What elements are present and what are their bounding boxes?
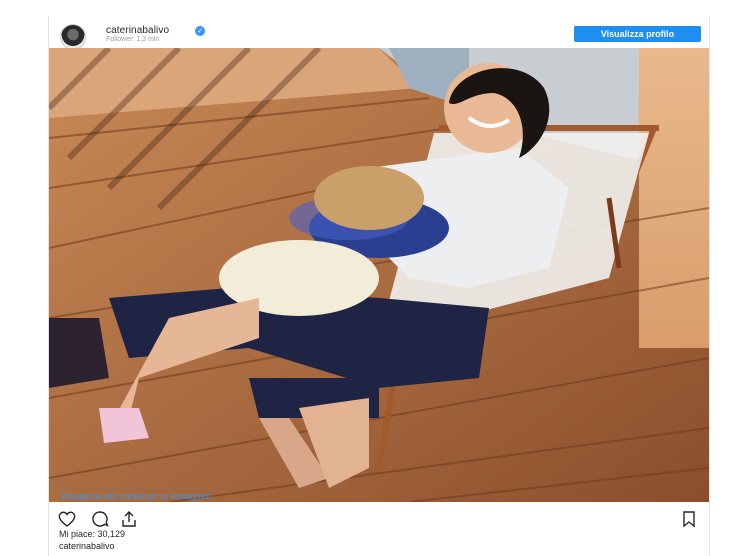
caption-username[interactable]: caterinabalivo [59, 541, 115, 551]
follower-count: Follower: 1,3 mln [106, 36, 160, 43]
share-icon[interactable] [119, 510, 139, 528]
action-bar [57, 510, 707, 528]
avatar[interactable] [60, 24, 86, 50]
post-photo[interactable] [49, 48, 709, 502]
username[interactable]: caterinabalivo [106, 25, 169, 36]
photo-illustration [49, 48, 709, 502]
post-header: caterinabalivo ✓ Follower: 1,3 mln Visua… [49, 16, 709, 50]
instagram-embed: caterinabalivo ✓ Follower: 1,3 mln Visua… [48, 16, 710, 556]
like-count: Mi piace: 30,129 [59, 529, 126, 539]
heart-icon[interactable] [57, 510, 77, 528]
verified-icon: ✓ [195, 26, 205, 36]
more-content-link[interactable]: Visualizza altri contenuti su Instagram [60, 491, 211, 501]
bookmark-icon[interactable] [679, 510, 699, 528]
comment-icon[interactable] [90, 510, 110, 528]
view-profile-button[interactable]: Visualizza profilo [574, 26, 701, 42]
